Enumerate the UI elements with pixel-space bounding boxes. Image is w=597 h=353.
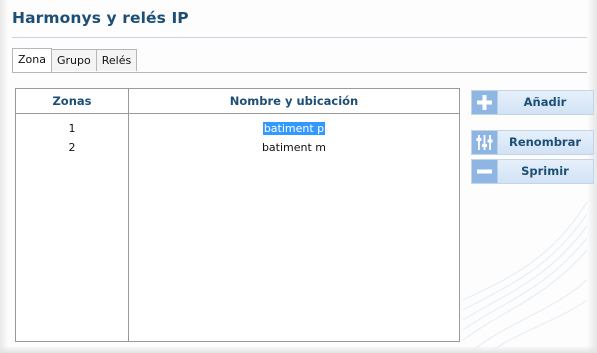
tab-divider — [12, 72, 587, 73]
delete-button-label: Sprimir — [521, 164, 569, 178]
table-row[interactable]: 1 batiment p — [16, 121, 459, 137]
tab-bar: Zona Grupo Relés — [12, 48, 138, 72]
add-button[interactable]: Añadir — [471, 90, 594, 115]
delete-button[interactable]: Sprimir — [471, 159, 594, 184]
cell-nombre-text: batiment m — [261, 141, 327, 154]
page-title: Harmonys y relés IP — [12, 9, 189, 27]
cell-nombre[interactable]: batiment p — [129, 121, 459, 137]
tab-reles[interactable]: Relés — [95, 49, 138, 71]
window-shadow-left — [0, 0, 8, 353]
table-row[interactable]: 2 batiment m — [16, 140, 459, 156]
sliders-icon — [472, 131, 498, 154]
background-wave-decoration — [463, 201, 587, 350]
cell-nombre-text: batiment p — [262, 122, 326, 135]
rename-button[interactable]: Renombrar — [471, 130, 594, 155]
title-divider — [12, 37, 587, 38]
tab-zona[interactable]: Zona — [12, 48, 52, 72]
tab-grupo[interactable]: Grupo — [50, 49, 97, 71]
cell-nombre[interactable]: batiment m — [129, 140, 459, 156]
minus-icon — [472, 160, 498, 183]
column-header-zonas[interactable]: Zonas — [16, 89, 128, 113]
table-header: Zonas Nombre y ubicación — [16, 89, 459, 114]
add-button-label: Añadir — [523, 95, 567, 109]
harmonys-relays-window: Harmonys y relés IP Zona Grupo Relés Zon… — [0, 0, 597, 353]
plus-icon — [472, 91, 498, 114]
cell-zona: 2 — [68, 141, 76, 154]
column-header-nombre[interactable]: Nombre y ubicación — [129, 89, 459, 113]
zones-table: Zonas Nombre y ubicación 1 batiment p 2 … — [15, 88, 460, 342]
rename-button-label: Renombrar — [508, 135, 582, 149]
cell-zona: 1 — [68, 122, 76, 135]
